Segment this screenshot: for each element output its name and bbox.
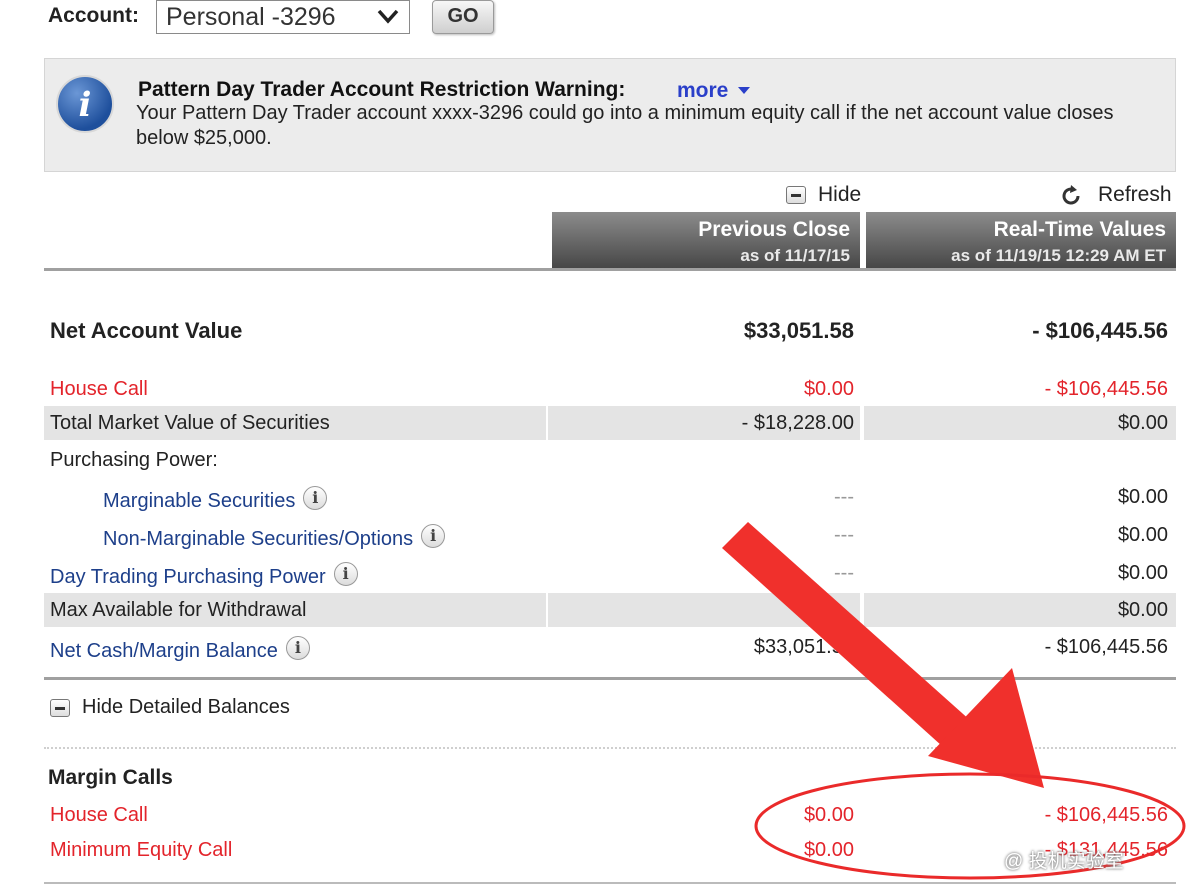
dotted-divider xyxy=(44,747,1176,749)
margin-calls-heading: Margin Calls xyxy=(48,766,173,789)
net-cash-label[interactable]: Net Cash/Margin Balance xyxy=(50,640,278,662)
column-subtitle: as of 11/17/15 xyxy=(740,246,850,265)
go-button[interactable]: GO xyxy=(432,0,494,34)
row-shade xyxy=(548,593,860,627)
account-select[interactable]: Personal -3296 xyxy=(156,0,410,34)
max-withdrawal-realtime: $0.00 xyxy=(1117,599,1168,621)
net-cash-realtime: - $106,445.56 xyxy=(1044,636,1168,658)
info-icon[interactable] xyxy=(285,636,310,660)
house-call-previous: $0.00 xyxy=(803,378,854,400)
chevron-down-icon xyxy=(377,9,399,24)
warning-title: Pattern Day Trader Account Restriction W… xyxy=(138,78,626,101)
non-marginable-label[interactable]: Non-Marginable Securities/Options xyxy=(103,528,413,550)
caret-down-icon[interactable] xyxy=(737,85,751,95)
non-marginable-realtime: $0.00 xyxy=(1117,524,1168,546)
divider xyxy=(44,268,1176,271)
day-trading-row[interactable]: Day Trading Purchasing Power xyxy=(50,562,358,589)
column-title: Previous Close xyxy=(698,218,850,241)
account-label: Account: xyxy=(48,4,139,27)
day-trading-previous: --- xyxy=(834,562,854,584)
margin-house-call-realtime: - $106,445.56 xyxy=(1044,804,1168,826)
marginable-securities-row[interactable]: Marginable Securities xyxy=(103,486,328,513)
total-market-value-label: Total Market Value of Securities xyxy=(50,412,330,434)
hide-button[interactable]: Hide xyxy=(818,183,861,207)
info-icon[interactable] xyxy=(303,486,328,510)
margin-house-call-label: House Call xyxy=(50,804,148,826)
divider xyxy=(44,677,1176,680)
column-header-real-time: Real-Time Values as of 11/19/15 12:29 AM… xyxy=(866,212,1176,268)
account-select-value: Personal -3296 xyxy=(166,3,336,31)
more-link[interactable]: more xyxy=(677,79,728,103)
marginable-securities-realtime: $0.00 xyxy=(1117,486,1168,508)
house-call-label: House Call xyxy=(50,378,148,400)
info-icon: i xyxy=(56,75,114,133)
marginable-securities-label[interactable]: Marginable Securities xyxy=(103,490,295,512)
info-icon[interactable] xyxy=(421,524,446,548)
non-marginable-previous: --- xyxy=(834,524,854,546)
total-market-value-previous: - $18,228.00 xyxy=(741,412,854,434)
column-title: Real-Time Values xyxy=(993,218,1166,241)
warning-text: Your Pattern Day Trader account xxxx-329… xyxy=(136,102,1114,149)
column-header-previous-close: Previous Close as of 11/17/15 xyxy=(552,212,860,268)
net-account-value-realtime: - $106,445.56 xyxy=(1032,318,1168,343)
refresh-button[interactable]: Refresh xyxy=(1098,183,1172,207)
net-cash-previous: $33,051.58 xyxy=(753,636,854,658)
arrow-head xyxy=(928,668,1044,788)
house-call-realtime: - $106,445.56 xyxy=(1044,378,1168,400)
net-account-value-label: Net Account Value xyxy=(50,318,243,343)
day-trading-label[interactable]: Day Trading Purchasing Power xyxy=(50,566,326,588)
divider xyxy=(44,882,1176,884)
margin-house-call-previous: $0.00 xyxy=(803,804,854,826)
minimum-equity-call-label: Minimum Equity Call xyxy=(50,839,233,861)
collapse-icon[interactable] xyxy=(786,186,806,204)
marginable-securities-previous: --- xyxy=(834,486,854,508)
day-trading-realtime: $0.00 xyxy=(1117,562,1168,584)
net-cash-row[interactable]: Net Cash/Margin Balance xyxy=(50,636,310,663)
hide-detailed-balances-button[interactable]: Hide Detailed Balances xyxy=(82,696,290,719)
minimum-equity-call-previous: $0.00 xyxy=(803,839,854,861)
column-subtitle: as of 11/19/15 12:29 AM ET xyxy=(951,246,1166,265)
non-marginable-row[interactable]: Non-Marginable Securities/Options xyxy=(103,524,446,551)
info-icon[interactable] xyxy=(333,562,358,586)
collapse-icon[interactable] xyxy=(50,699,70,717)
refresh-icon[interactable] xyxy=(1060,185,1082,207)
net-account-value-previous: $33,051.58 xyxy=(743,318,854,343)
watermark: @ 投机实验室 xyxy=(1004,851,1124,872)
purchasing-power-label: Purchasing Power: xyxy=(50,449,218,471)
total-market-value-realtime: $0.00 xyxy=(1117,412,1168,434)
max-withdrawal-label: Max Available for Withdrawal xyxy=(50,599,307,621)
